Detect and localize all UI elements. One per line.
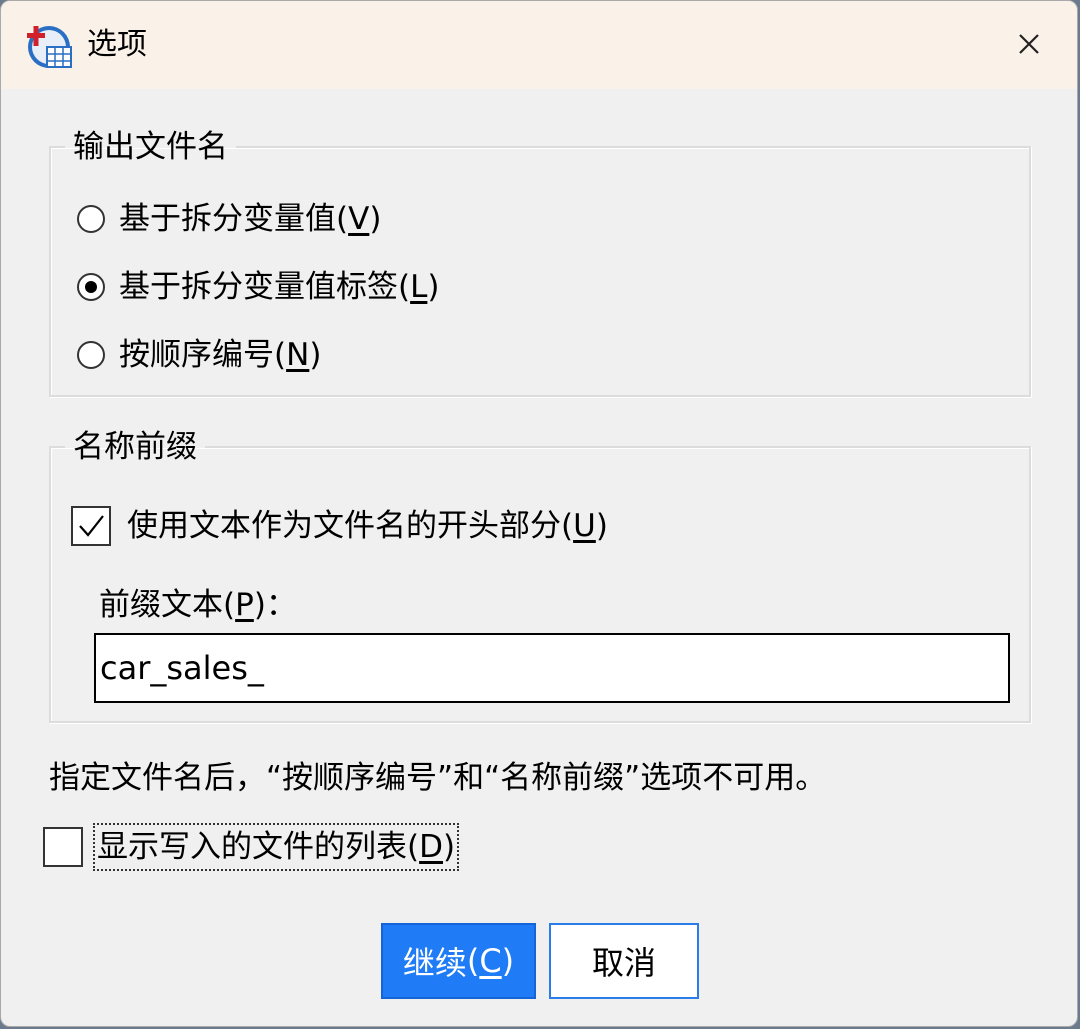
radio-by-split-value-label[interactable]: 基于拆分变量值标签(L) bbox=[77, 267, 440, 307]
radio-label: 按顺序编号 bbox=[119, 337, 274, 373]
name-prefix-legend: 名称前缀 bbox=[73, 429, 197, 465]
mnemonic: L bbox=[410, 269, 428, 305]
prefix-text-label: 前缀文本(P)： bbox=[99, 587, 297, 623]
radio-sequential-number[interactable]: 按顺序编号(N) bbox=[77, 335, 321, 375]
mnemonic: P bbox=[235, 587, 254, 623]
use-prefix-label: 使用文本作为文件名的开头部分 bbox=[127, 508, 561, 544]
label-colon: ： bbox=[265, 587, 297, 623]
radio-label: 基于拆分变量值 bbox=[119, 201, 336, 237]
show-file-list-label: 显示写入的文件的列表 bbox=[97, 829, 407, 865]
checkmark-icon bbox=[79, 515, 104, 537]
spss-app-icon bbox=[27, 26, 72, 68]
show-file-list-row[interactable]: 显示写入的文件的列表(D) bbox=[43, 823, 460, 871]
use-prefix-checkbox[interactable] bbox=[71, 506, 111, 546]
title-bar: 选项 bbox=[1, 1, 1077, 89]
close-button[interactable] bbox=[1001, 21, 1057, 67]
info-note: 指定文件名后，“按顺序编号”和“名称前缀”选项不可用。 bbox=[49, 760, 827, 796]
mnemonic: N bbox=[286, 337, 310, 373]
cancel-label: 取消 bbox=[591, 944, 656, 982]
radio-label: 基于拆分变量值标签 bbox=[119, 269, 398, 305]
radio-by-split-value[interactable]: 基于拆分变量值(V) bbox=[77, 199, 381, 239]
use-prefix-checkbox-row[interactable]: 使用文本作为文件名的开头部分(U) bbox=[71, 506, 608, 546]
continue-button[interactable]: 继续(C) bbox=[381, 923, 536, 999]
close-icon bbox=[1019, 34, 1039, 54]
mnemonic: V bbox=[348, 201, 370, 237]
prefix-text-input[interactable] bbox=[94, 633, 1010, 703]
options-dialog: 选项 输出文件名 基于拆分变量值(V) 基于拆分变量值标签(L) 按顺序编号(N… bbox=[0, 0, 1078, 1027]
radio-button-selected[interactable] bbox=[77, 273, 105, 301]
mnemonic: U bbox=[573, 508, 596, 544]
radio-button[interactable] bbox=[77, 341, 105, 369]
radio-button[interactable] bbox=[77, 205, 105, 233]
continue-label: 继续 bbox=[402, 944, 467, 982]
show-file-list-checkbox[interactable] bbox=[43, 827, 83, 867]
mnemonic: C bbox=[479, 942, 502, 980]
output-filename-legend: 输出文件名 bbox=[73, 129, 228, 165]
cancel-button[interactable]: 取消 bbox=[549, 923, 699, 999]
prefix-text-label-text: 前缀文本 bbox=[99, 587, 223, 623]
focus-rectangle: 显示写入的文件的列表(D) bbox=[93, 823, 460, 871]
dialog-title: 选项 bbox=[87, 27, 147, 62]
mnemonic: D bbox=[419, 829, 443, 865]
